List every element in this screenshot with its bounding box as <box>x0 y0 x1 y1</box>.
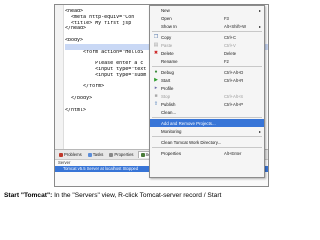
menu-item-shortcut: Ctrl+Alt+R <box>224 77 244 83</box>
caption-text: In the "Servers" view, R-click Tomcat-se… <box>52 192 222 199</box>
menu-item-label: Rename <box>161 58 178 64</box>
paste-icon: ▤ <box>153 42 159 48</box>
stop-icon: ■ <box>154 93 158 99</box>
menu-item-show-in[interactable]: Show In Alt+Shift+W ▸ <box>150 22 264 30</box>
tab-properties[interactable]: Properties <box>107 151 135 158</box>
menu-item-new[interactable]: New ▸ <box>150 6 264 14</box>
menu-item-label: Paste <box>161 42 173 48</box>
menu-icon-slot <box>153 139 159 145</box>
publish-icon: ⇧ <box>153 101 159 107</box>
menu-item-label: Clean Tomcat Work Directory... <box>161 139 222 145</box>
menu-item-monitoring[interactable]: Monitoring ▸ <box>150 127 264 135</box>
editor-gutter <box>55 5 64 149</box>
menu-separator <box>152 136 262 137</box>
problems-icon <box>59 152 63 157</box>
menu-item-label: Stop <box>161 93 171 99</box>
tab-label: Problems <box>64 151 82 157</box>
menu-item-open[interactable]: Open F3 <box>150 14 264 22</box>
menu-item-publish[interactable]: ⇧ Publish Ctrl+Alt+P <box>150 100 264 108</box>
menu-item-profile[interactable]: ▸ Profile <box>150 84 264 92</box>
menu-separator <box>152 66 262 67</box>
menu-item-clean-tomcat-work-directory[interactable]: Clean Tomcat Work Directory... <box>150 138 264 146</box>
caption-bold: Start "Tomcat": <box>4 192 53 199</box>
menu-item-label: Delete <box>161 50 174 56</box>
context-menu: New ▸ Open F3 Show In Alt+Shift+W ▸ ❐ Copy Ctrl+C… <box>149 5 265 178</box>
tasks-icon <box>87 152 92 157</box>
menu-item-paste[interactable]: ▤ Paste Ctrl+V <box>150 41 264 49</box>
start-icon: ▶ <box>154 77 158 83</box>
menu-item-label: Add and Remove Projects... <box>161 120 216 126</box>
menu-separator <box>152 147 262 148</box>
menu-item-shortcut: Ctrl+C <box>224 34 236 40</box>
menu-icon-slot <box>153 128 159 134</box>
menu-item-delete[interactable]: ✖ Delete Delete <box>150 49 264 57</box>
menu-item-shortcut: F2 <box>224 58 229 64</box>
submenu-arrow-icon: ▸ <box>258 7 261 13</box>
menu-item-label: Copy <box>161 34 172 40</box>
properties-icon <box>109 152 114 157</box>
menu-icon-slot <box>153 15 159 21</box>
menu-separator <box>152 31 262 32</box>
menu-icon-slot <box>153 23 159 29</box>
menu-item-label: Start <box>161 77 171 83</box>
menu-item-label: Open <box>161 15 172 21</box>
menu-item-stop[interactable]: ■ Stop Ctrl+Alt+S <box>150 92 264 100</box>
debug-icon: ● <box>154 69 158 75</box>
menu-item-shortcut: Ctrl+Alt+P <box>224 101 244 107</box>
profile-icon: ▸ <box>154 85 158 91</box>
menu-item-clean[interactable]: Clean... <box>150 108 264 116</box>
menu-item-label: New <box>161 7 170 13</box>
menu-icon-slot <box>153 7 159 13</box>
menu-item-shortcut: Alt+Enter <box>224 150 242 156</box>
menu-item-label: Debug <box>161 69 174 75</box>
menu-item-add-and-remove-projects[interactable]: Add and Remove Projects... <box>150 119 264 127</box>
tab-label: Properties <box>114 151 134 157</box>
menu-separator <box>152 117 262 118</box>
menu-item-shortcut: F3 <box>224 15 229 21</box>
menu-item-rename[interactable]: Rename F2 <box>150 57 264 65</box>
delete-icon: ✖ <box>153 50 159 56</box>
menu-item-label: Show In <box>161 23 177 29</box>
menu-icon-slot <box>153 58 159 64</box>
menu-icon-slot <box>153 120 159 126</box>
menu-item-label: Clean... <box>161 109 177 115</box>
menu-item-shortcut: Delete <box>224 50 237 56</box>
menu-icon-slot <box>153 109 159 115</box>
menu-item-copy[interactable]: ❐ Copy Ctrl+C <box>150 33 264 41</box>
caption: Start "Tomcat": In the "Servers" view, R… <box>4 192 221 199</box>
menu-item-label: Publish <box>161 101 176 107</box>
submenu-arrow-icon: ▸ <box>258 23 261 29</box>
tab-problems[interactable]: Problems <box>57 151 84 158</box>
tab-label: Tasks <box>92 151 104 157</box>
menu-item-label: Profile <box>161 85 174 91</box>
menu-item-shortcut: Ctrl+V <box>224 42 236 48</box>
menu-item-shortcut: Ctrl+Alt+S <box>224 93 244 99</box>
menu-item-properties[interactable]: Properties Alt+Enter <box>150 149 264 157</box>
tab-tasks[interactable]: Tasks <box>86 151 106 158</box>
menu-item-debug[interactable]: ● Debug Ctrl+Alt+D <box>150 68 264 76</box>
menu-item-label: Monitoring <box>161 128 182 134</box>
servers-icon <box>140 153 145 157</box>
menu-item-start[interactable]: ▶ Start Ctrl+Alt+R <box>150 76 264 84</box>
submenu-arrow-icon: ▸ <box>258 128 261 134</box>
copy-icon: ❐ <box>153 34 159 40</box>
menu-item-shortcut: Ctrl+Alt+D <box>224 69 244 75</box>
menu-item-label: Properties <box>161 150 182 156</box>
menu-icon-slot <box>153 150 159 156</box>
